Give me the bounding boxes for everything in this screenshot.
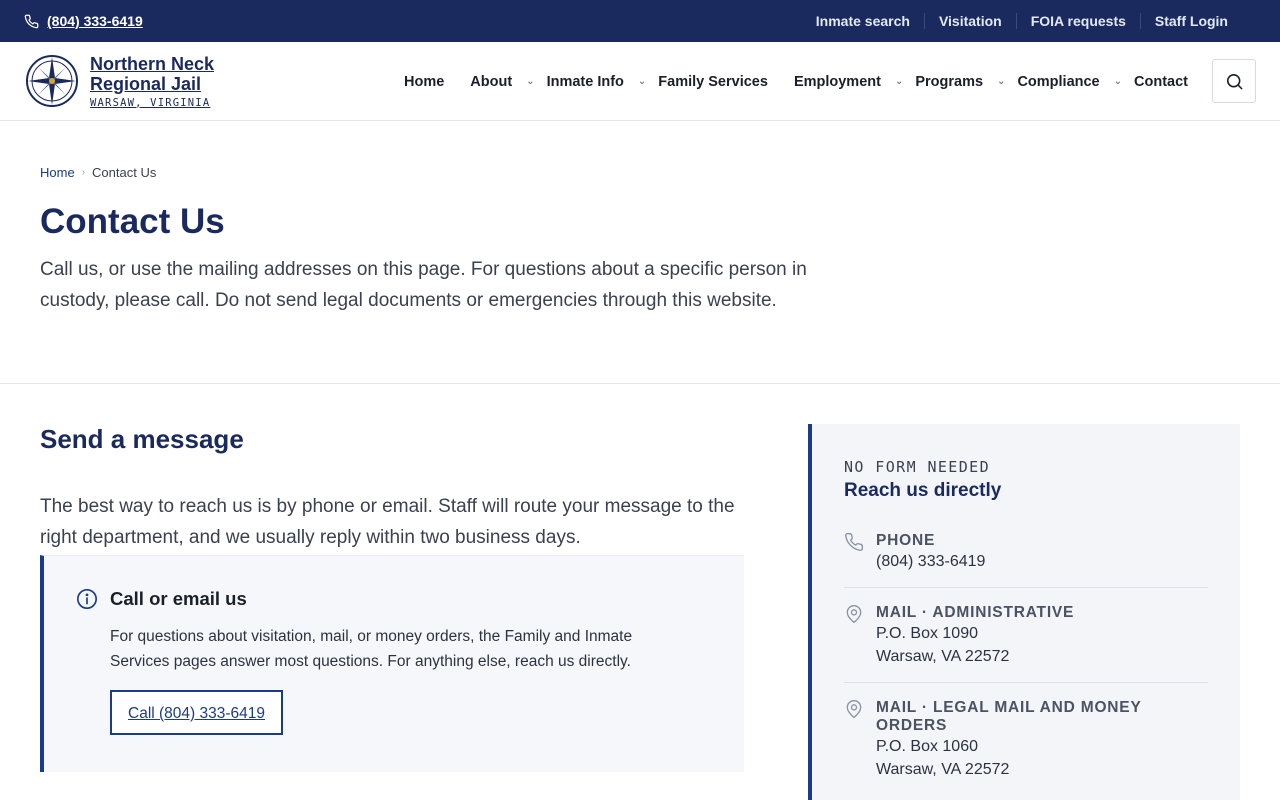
inmate-search-link[interactable]: Inmate search xyxy=(802,13,924,29)
phone-icon xyxy=(24,14,39,28)
brand-location: WARSAW, VIRGINIA xyxy=(90,96,211,109)
nav-employment-label: Employment xyxy=(793,73,881,90)
contact-admin-mail: MAIL · ADMINISTRATIVE P.O. Box 1090 Wars… xyxy=(844,604,1208,683)
nav-compliance[interactable]: Compliance ⌄ xyxy=(1017,74,1134,90)
admin-mail-label: MAIL · ADMINISTRATIVE xyxy=(876,604,1075,621)
foia-requests-link[interactable]: FOIA requests xyxy=(1015,13,1140,29)
send-message-section: Send a message The best way to reach us … xyxy=(40,424,744,772)
chevron-down-icon: ⌄ xyxy=(1113,76,1123,87)
utility-links: Inmate search Visitation FOIA requests S… xyxy=(802,13,1242,29)
brand-line-2: Regional Jail xyxy=(90,73,202,94)
callout-text: For questions about visitation, mail, or… xyxy=(110,628,633,670)
admin-mail-line-2: Warsaw, VA 22572 xyxy=(876,648,1010,665)
info-icon xyxy=(77,589,97,609)
brand-name: Northern Neck Regional Jail WARSAW, VIRG… xyxy=(90,54,214,109)
chevron-down-icon: ⌄ xyxy=(637,76,647,87)
main-content: Send a message The best way to reach us … xyxy=(0,384,1280,800)
contact-phone: PHONE (804) 333-6419 xyxy=(844,532,1208,588)
call-or-email-callout: Call or email us For questions about vis… xyxy=(40,555,744,772)
search-icon xyxy=(1226,73,1242,89)
location-pin-icon xyxy=(846,700,862,718)
contact-legal-mail: MAIL · LEGAL MAIL AND MONEY ORDERS P.O. … xyxy=(844,699,1208,795)
utility-phone-number: (804) 333-6419 xyxy=(47,13,143,29)
panel-title: Reach us directly xyxy=(844,480,1002,501)
staff-login-link[interactable]: Staff Login xyxy=(1139,13,1242,29)
page-title: Contact Us xyxy=(40,202,225,241)
breadcrumb: Home › Contact Us xyxy=(40,165,1240,180)
nav-compliance-label: Compliance xyxy=(1017,73,1100,90)
nav-home[interactable]: Home xyxy=(404,74,444,90)
reach-us-panel: NO FORM NEEDED Reach us directly PHONE (… xyxy=(808,424,1240,800)
legal-mail-line-1: P.O. Box 1060 xyxy=(876,738,978,755)
nav-programs[interactable]: Programs ⌄ xyxy=(915,74,1017,90)
legal-mail-label: MAIL · LEGAL MAIL AND MONEY ORDERS xyxy=(876,699,1142,734)
page-intro: Home › Contact Us Contact Us Call us, or… xyxy=(0,121,1280,384)
brand-home-link[interactable]: Northern Neck Regional Jail WARSAW, VIRG… xyxy=(24,53,214,109)
breadcrumb-current: Contact Us xyxy=(92,165,157,180)
chevron-down-icon: ⌄ xyxy=(894,76,904,87)
utility-phone-link[interactable]: (804) 333-6419 xyxy=(24,13,143,29)
breadcrumb-home[interactable]: Home xyxy=(40,165,75,180)
admin-mail-line-1: P.O. Box 1090 xyxy=(876,625,978,642)
nav-programs-label: Programs xyxy=(915,73,984,90)
main-nav: Home About ⌄ Inmate Info ⌄ Family Services… xyxy=(404,42,1188,121)
location-pin-icon xyxy=(846,605,862,623)
legal-mail-line-2: Warsaw, VA 22572 xyxy=(876,761,1010,778)
breadcrumb-separator: › xyxy=(81,167,86,178)
phone-value-link[interactable]: (804) 333-6419 xyxy=(876,553,985,570)
nav-inmate-info-label: Inmate Info xyxy=(546,73,624,90)
nav-about-label: About xyxy=(470,73,513,90)
nav-about[interactable]: About ⌄ xyxy=(470,74,546,90)
send-message-lead: The best way to reach us is by phone or … xyxy=(40,496,735,548)
chevron-down-icon: ⌄ xyxy=(997,76,1006,87)
compass-seal-logo xyxy=(26,55,78,107)
panel-kicker: NO FORM NEEDED xyxy=(844,458,991,476)
search-button[interactable] xyxy=(1212,59,1256,103)
callout-title: Call or email us xyxy=(110,588,247,609)
nav-inmate-info[interactable]: Inmate Info ⌄ xyxy=(547,74,659,90)
send-message-title: Send a message xyxy=(40,424,244,454)
phone-label: PHONE xyxy=(876,532,936,549)
site-header: Northern Neck Regional Jail WARSAW, VIRG… xyxy=(0,42,1280,121)
nav-employment[interactable]: Employment ⌄ xyxy=(794,74,915,90)
phone-icon xyxy=(845,532,864,551)
call-phone-button[interactable]: Call (804) 333-6419 xyxy=(110,690,284,735)
visitation-link[interactable]: Visitation xyxy=(923,13,1016,29)
nav-family-services[interactable]: Family Services xyxy=(658,74,768,90)
chevron-down-icon: ⌄ xyxy=(526,76,535,87)
brand-line-1: Northern Neck xyxy=(90,53,215,74)
utility-bar: (804) 333-6419 Inmate search Visitation … xyxy=(0,0,1280,42)
nav-contact[interactable]: Contact xyxy=(1134,74,1188,90)
page-intro-text: Call us, or use the mailing addresses on… xyxy=(40,259,807,311)
